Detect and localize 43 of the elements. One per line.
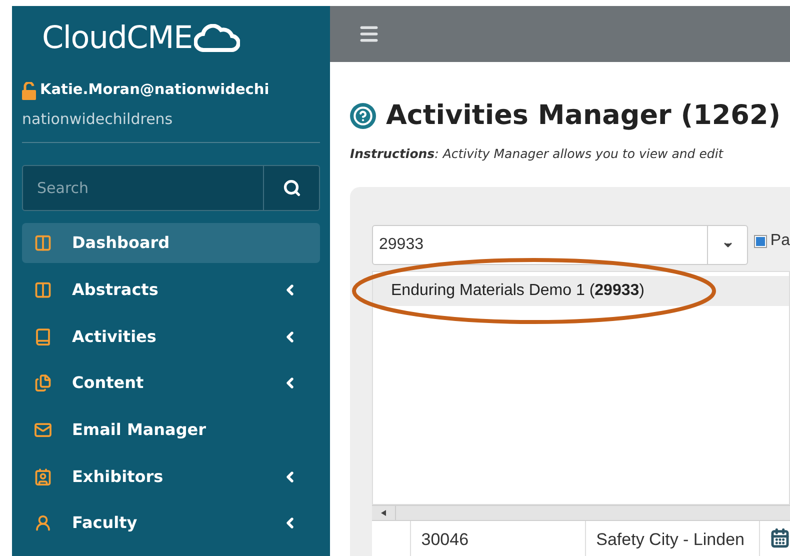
scroll-left-icon[interactable]	[381, 510, 386, 516]
combo-input[interactable]: 29933	[373, 226, 708, 264]
cloud-icon	[194, 24, 240, 52]
organization-name: nationwidechildrens	[22, 102, 320, 144]
nav-label: Content	[72, 372, 145, 394]
columns-icon	[34, 234, 52, 252]
nav-item[interactable]: Activities	[22, 316, 320, 357]
nav-item[interactable]: Content	[22, 363, 320, 404]
mail-icon	[34, 421, 52, 439]
menu-icon[interactable]	[358, 23, 380, 45]
nav-label: Email Manager	[72, 419, 208, 441]
user-email: Katie.Moran@nationwidechi	[40, 81, 270, 100]
checkbox[interactable]	[754, 234, 768, 248]
table-cell: Safety City - Linden	[586, 521, 760, 556]
logo-text: CloudCME	[42, 22, 192, 54]
columns-icon	[34, 280, 52, 299]
checkbox-label: Pa	[770, 231, 790, 252]
search-field[interactable]: Search	[22, 165, 320, 212]
search-icon	[282, 179, 300, 198]
instructions-text: Instructions: Activity Manager allows you to view and edit	[350, 144, 724, 163]
nav-label: Dashboard	[72, 232, 171, 254]
help-icon[interactable]	[350, 103, 376, 130]
nav-item[interactable]: Dashboard	[22, 223, 320, 264]
horizontal-scrollbar[interactable]	[372, 505, 790, 522]
activity-combo-box[interactable]: 29933	[372, 225, 748, 266]
nav-item[interactable]: Email Manager	[22, 410, 320, 450]
nav-item[interactable]: Abstracts	[22, 270, 320, 310]
page-title: Activities Manager (1262)	[386, 99, 781, 133]
calendar-icon[interactable]	[770, 527, 790, 550]
nav-label: Faculty	[72, 512, 138, 534]
person-icon	[34, 514, 52, 532]
nav-label: Exhibitors	[72, 466, 164, 488]
nav-item[interactable]: Faculty	[22, 503, 320, 544]
dropdown-option[interactable]: Enduring Materials Demo 1 (29933)	[373, 276, 789, 306]
unlocked-padlock-icon	[22, 82, 36, 100]
files-icon	[34, 374, 52, 392]
nav-label: Activities	[72, 326, 158, 348]
contact-card-icon	[34, 468, 52, 486]
search-input[interactable]: Search	[23, 166, 263, 210]
nav-label: Abstracts	[72, 278, 160, 301]
table-cell: 30046	[411, 521, 586, 556]
nav-item[interactable]: Exhibitors	[22, 456, 320, 497]
book-icon	[34, 328, 52, 346]
